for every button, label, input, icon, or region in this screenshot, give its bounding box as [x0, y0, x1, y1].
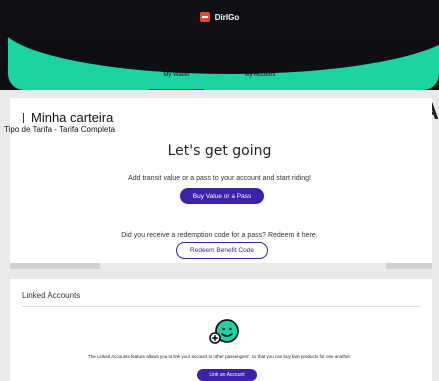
- redeem-description: Did you receive a redemption code for a …: [121, 232, 318, 239]
- brand-name: umo.: [213, 42, 252, 59]
- title-marker: [23, 113, 24, 123]
- tab-my-account[interactable]: My Account: [245, 71, 276, 89]
- linked-accounts-title: Linked Accounts: [22, 291, 81, 300]
- linked-accounts-description: The Linked Accounts feature allows you t…: [87, 354, 352, 359]
- fare-type-label: Tipo de Tarifa - Tarifa Completa: [4, 125, 116, 134]
- app-title: DirIGo: [214, 12, 240, 22]
- add-user-face-icon: [209, 319, 239, 344]
- wallet-description: Add transit value or a pass to your acco…: [128, 175, 311, 182]
- dirigo-logo-icon: [199, 12, 210, 22]
- redeem-code-button[interactable]: Redeem Benefit Code: [176, 242, 268, 259]
- page-title: Minha carteira: [31, 110, 114, 125]
- buy-value-button[interactable]: Buy Value or a Pass: [180, 188, 264, 204]
- tab-my-wallet[interactable]: My Wallet: [149, 71, 204, 90]
- wallet-heading: Let's get going: [167, 143, 272, 159]
- section-divider: [22, 306, 420, 307]
- smile-face-icon: ᵕᴗᵕ: [187, 44, 207, 58]
- gray-bar-left: [10, 263, 100, 269]
- gray-bar-right: [386, 263, 432, 269]
- link-account-button[interactable]: Link an Account: [197, 369, 257, 381]
- top-bar: DirIGo: [0, 0, 439, 34]
- nav-tabs: My Wallet My Account: [0, 71, 439, 90]
- header: ᵕᴗᵕ umo. My Wallet My Account: [0, 34, 439, 90]
- brand-logo[interactable]: ᵕᴗᵕ umo.: [0, 42, 439, 59]
